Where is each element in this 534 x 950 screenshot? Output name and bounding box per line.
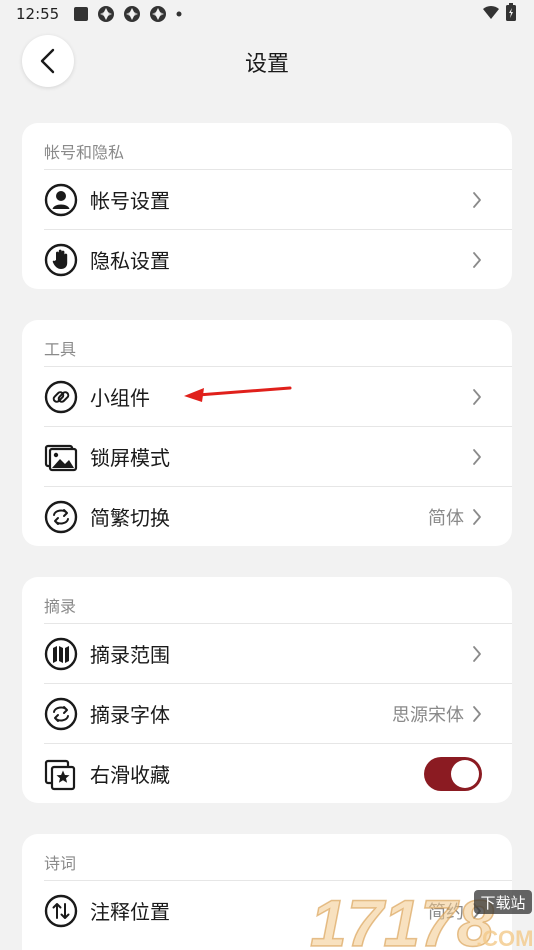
watermark-logo: 17178 下载站 .COM [308,885,534,950]
watermark-number: 17178 [310,886,494,950]
row-label: 锁屏模式 [90,446,170,470]
chevron-right-icon [472,508,482,526]
app-notification-icon [149,5,167,23]
swipe-collect-toggle[interactable] [424,756,482,791]
wifi-icon [482,4,500,24]
section-excerpt: 摘录 摘录范围 摘录字体 思源宋体 右滑收藏 [22,577,512,803]
battery-icon [506,3,516,25]
row-label: 摘录范围 [90,643,170,667]
updown-icon [44,894,78,928]
row-simplified-traditional[interactable]: 简繁切换 简体 [44,486,512,546]
row-label: 帐号设置 [90,189,170,213]
row-value: 思源宋体 [392,704,464,726]
section-title: 帐号和隐私 [44,143,125,162]
page-title: 设置 [244,52,289,77]
toggle-knob [451,759,479,788]
row-value: 简体 [428,507,464,529]
row-privacy-settings[interactable]: 隐私设置 [44,229,512,289]
section-tools: 工具 小组件 锁屏模式 简繁切换 简体 [22,320,512,546]
map-icon [44,637,78,671]
swap-icon [44,500,78,534]
user-icon [44,183,78,217]
watermark-domain: .COM [476,926,533,950]
row-label: 摘录字体 [90,703,170,727]
row-excerpt-font[interactable]: 摘录字体 思源宋体 [44,683,512,743]
chevron-right-icon [472,645,482,663]
row-label: 隐私设置 [90,249,170,273]
section-title: 工具 [44,340,77,359]
app-notification-icon [123,5,141,23]
section-account-privacy: 帐号和隐私 帐号设置 隐私设置 [22,123,512,289]
more-dot-icon [175,10,183,18]
chevron-right-icon [472,191,482,209]
chevron-right-icon [472,448,482,466]
star-collection-icon [44,757,78,791]
chevron-right-icon [472,388,482,406]
annotation-arrow-icon [184,386,292,402]
hand-icon [44,243,78,277]
chevron-right-icon [472,251,482,269]
section-title: 诗词 [44,854,77,873]
link-icon [44,380,78,414]
section-title: 摘录 [44,597,77,616]
status-bar: 12:55 [0,0,534,28]
status-time: 12:55 [16,5,60,23]
row-excerpt-range[interactable]: 摘录范围 [44,623,512,683]
row-account-settings[interactable]: 帐号设置 [44,169,512,229]
row-lockscreen-mode[interactable]: 锁屏模式 [44,426,512,486]
row-label: 简繁切换 [90,506,170,530]
row-label: 右滑收藏 [90,763,170,787]
app-notification-icon [97,5,115,23]
notification-square-icon [73,6,89,22]
image-icon [44,440,78,474]
watermark-tag: 下载站 [480,894,525,912]
swap-icon [44,697,78,731]
row-swipe-collect: 右滑收藏 [44,743,512,803]
header: 设置 [0,32,534,90]
chevron-right-icon [472,705,482,723]
